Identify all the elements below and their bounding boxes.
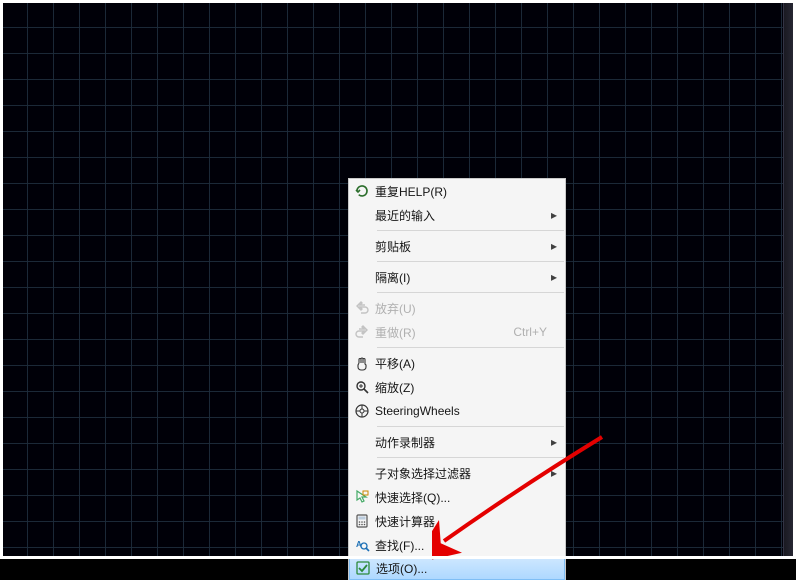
- submenu-arrow-icon: ▸: [547, 466, 557, 480]
- menu-label: SteeringWheels: [375, 404, 547, 418]
- zoom-icon: [349, 375, 375, 399]
- menu-label: 缩放(Z): [375, 379, 547, 396]
- menu-quick-select[interactable]: 快速选择(Q)...: [349, 485, 565, 509]
- menu-label: 重做(R): [375, 324, 505, 341]
- steering-wheel-icon: [349, 399, 375, 423]
- menu-label: 放弃(U): [375, 300, 547, 317]
- menu-separator: [377, 230, 564, 231]
- menu-label: 快速选择(Q)...: [375, 489, 547, 506]
- submenu-arrow-icon: ▸: [547, 270, 557, 284]
- menu-label: 重复HELP(R): [375, 183, 547, 200]
- submenu-arrow-icon: ▸: [547, 208, 557, 222]
- menu-recent-input[interactable]: 最近的输入 ▸: [349, 203, 565, 227]
- menu-action-recorder[interactable]: 动作录制器 ▸: [349, 430, 565, 454]
- menu-subobject-filter[interactable]: 子对象选择过滤器 ▸: [349, 461, 565, 485]
- context-menu: 重复HELP(R) 最近的输入 ▸ 剪贴板 ▸ 隔离(I) ▸ 放弃(U) 重做…: [348, 178, 566, 580]
- submenu-arrow-icon: ▸: [547, 435, 557, 449]
- menu-label: 动作录制器: [375, 434, 547, 451]
- menu-repeat-help[interactable]: 重复HELP(R): [349, 179, 565, 203]
- menu-undo: 放弃(U): [349, 296, 565, 320]
- menu-label: 选项(O)...: [376, 560, 546, 577]
- menu-label: 平移(A): [375, 355, 547, 372]
- vertical-scrollbar[interactable]: [783, 3, 793, 556]
- menu-label: 快速计算器: [375, 513, 547, 530]
- menu-label: 子对象选择过滤器: [375, 465, 547, 482]
- calculator-icon: [349, 509, 375, 533]
- menu-clipboard[interactable]: 剪贴板 ▸: [349, 234, 565, 258]
- pan-icon: [349, 351, 375, 375]
- undo-icon: [349, 296, 375, 320]
- menu-zoom[interactable]: 缩放(Z): [349, 375, 565, 399]
- menu-find[interactable]: A 查找(F)...: [349, 533, 565, 557]
- options-icon: [350, 557, 376, 579]
- menu-redo: 重做(R) Ctrl+Y: [349, 320, 565, 344]
- menu-separator: [377, 347, 564, 348]
- menu-separator: [377, 261, 564, 262]
- menu-separator: [377, 457, 564, 458]
- menu-label: 剪贴板: [375, 238, 547, 255]
- quick-select-icon: [349, 485, 375, 509]
- menu-options[interactable]: 选项(O)...: [349, 556, 565, 580]
- menu-label: 最近的输入: [375, 207, 547, 224]
- menu-separator: [377, 426, 564, 427]
- menu-steering-wheels[interactable]: SteeringWheels: [349, 399, 565, 423]
- repeat-icon: [349, 179, 375, 203]
- menu-separator: [377, 292, 564, 293]
- menu-pan[interactable]: 平移(A): [349, 351, 565, 375]
- menu-isolate[interactable]: 隔离(I) ▸: [349, 265, 565, 289]
- menu-shortcut: Ctrl+Y: [513, 325, 547, 339]
- redo-icon: [349, 320, 375, 344]
- menu-quick-calc[interactable]: 快速计算器: [349, 509, 565, 533]
- menu-label: 隔离(I): [375, 269, 547, 286]
- menu-label: 查找(F)...: [375, 537, 547, 554]
- submenu-arrow-icon: ▸: [547, 239, 557, 253]
- find-icon: A: [349, 533, 375, 557]
